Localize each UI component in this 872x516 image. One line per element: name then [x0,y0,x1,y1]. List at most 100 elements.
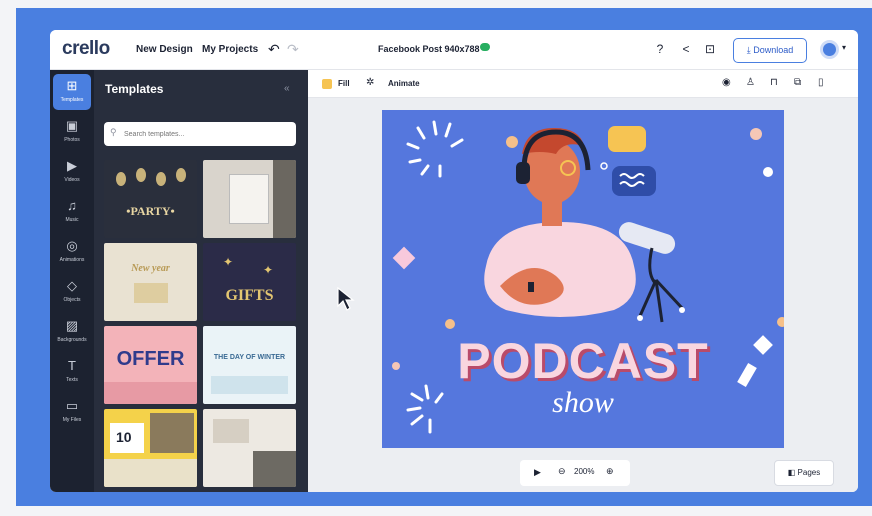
resize-icon[interactable]: ⊡ [702,41,718,57]
new-design-link[interactable]: New Design [136,44,193,55]
template-title: New year [131,263,170,274]
help-icon[interactable]: ? [652,41,668,57]
document-title[interactable]: Facebook Post 940x788 [378,44,480,54]
lock-icon[interactable]: ⊓ [770,77,778,88]
decor-diamond [392,246,416,270]
template-thumbnail[interactable]: GIFTS ✦ ✦ [203,243,296,321]
app-logo[interactable]: crello [62,38,110,60]
backgrounds-icon: ▨ [65,318,79,333]
animate-icon[interactable]: ✲ [366,77,374,88]
videos-icon: ▶ [67,158,77,173]
sidebar-rail: ⊞ Templates ▣ Photos ▶ Videos ♫ Music ◎ … [50,70,94,492]
sidebar-item-texts[interactable]: T Texts [53,354,91,390]
decor-dot [445,319,455,329]
template-thumbnail[interactable] [203,160,296,238]
pages-label: Pages [797,468,821,477]
zoom-in-icon[interactable]: ⊕ [606,466,614,477]
sidebar-item-objects[interactable]: ◇ Objects [53,274,91,310]
mouse-cursor-icon [337,286,355,311]
context-toolbar: Fill ✲ Animate ◉ ♙ ⊓ ⧉ ▯ [308,70,858,98]
template-thumbnail[interactable]: New year [104,243,197,321]
decor-dot [506,136,518,148]
ornament-icon [156,172,166,186]
figure-strip [104,382,197,404]
speech-bubble-blue [612,166,656,196]
podcast-headline[interactable]: PODCAST [382,332,784,390]
fill-color-swatch[interactable] [322,79,332,89]
music-icon: ♫ [67,198,77,213]
top-bar: crello New Design My Projects ↶ ↷ Facebo… [50,30,858,70]
decor-dot [777,317,784,327]
photo-strip [104,459,197,487]
star-icon: ✦ [263,263,274,277]
duplicate-icon[interactable]: ⧉ [794,77,801,88]
pattern-strip [211,376,288,394]
search-input[interactable] [104,122,296,146]
sidebar-item-music[interactable]: ♫ Music [53,194,91,230]
chevron-down-icon[interactable]: ▾ [842,43,846,52]
zoom-out-icon[interactable]: ⊖ [558,466,566,477]
sidebar-item-templates[interactable]: ⊞ Templates [53,74,91,110]
template-title: 10 [116,429,132,445]
avatar[interactable] [820,40,839,59]
headphone-cup [516,162,530,184]
sidebar-item-backgrounds[interactable]: ▨ Backgrounds [53,314,91,350]
person-body [484,222,636,317]
template-thumbnail[interactable]: OFFER [104,326,197,404]
objects-icon: ◇ [67,278,77,293]
podcast-subline[interactable]: show [382,386,784,420]
trash-icon[interactable]: ▯ [818,77,824,88]
pages-button[interactable]: ◧ Pages [774,460,834,486]
layers-icon[interactable]: ◉ [722,77,731,88]
ornament-icon [136,168,146,182]
decor-dot [679,307,685,313]
play-icon[interactable]: ▶ [534,467,541,478]
decor-dot [750,128,762,140]
gold-shape [134,283,168,303]
search-icon: ⚲ [110,127,117,137]
template-title: OFFER [116,348,185,370]
card-preview [229,174,269,224]
undo-icon[interactable]: ↶ [268,41,280,58]
redo-icon[interactable]: ↷ [287,41,299,58]
sidebar-item-photos[interactable]: ▣ Photos [53,114,91,150]
person-neck [542,202,562,226]
photo-block [150,413,194,453]
template-thumbnail[interactable] [203,409,296,487]
decor-dot [637,315,643,321]
zoom-level[interactable]: 200% [574,467,594,476]
panel-title: Templates [105,82,164,96]
person-icon[interactable]: ♙ [746,77,755,88]
animate-label[interactable]: Animate [388,79,420,88]
design-canvas[interactable]: PODCAST show [382,110,784,448]
sidebar-item-videos[interactable]: ▶ Videos [53,154,91,190]
share-icon[interactable]: < [678,41,694,57]
pages-icon: ◧ [787,468,796,477]
star-icon: ✦ [223,255,234,269]
watch-icon [528,282,534,292]
sidebar-item-animations[interactable]: ◎ Animations [53,234,91,270]
speech-bubble-yellow [608,126,646,152]
zoom-controls: ▶ ⊖ 200% ⊕ [520,460,630,486]
download-button[interactable]: ⤓ Download [733,38,807,63]
templates-panel: Templates « ⚲ •PARTY• New year GIFTS ✦ ✦ [94,70,308,492]
download-label: Download [753,45,794,55]
my-projects-link[interactable]: My Projects [202,44,258,55]
collapse-panel-icon[interactable]: « [284,83,290,94]
template-title: THE DAY OF WINTER [213,354,286,361]
download-icon: ⤓ [746,45,751,55]
animations-icon: ◎ [66,238,78,253]
template-thumbnail[interactable]: •PARTY• [104,160,197,238]
canvas-area: Fill ✲ Animate ◉ ♙ ⊓ ⧉ ▯ PODCAST show ▶ … [308,70,858,492]
editor-window: crello New Design My Projects ↶ ↷ Facebo… [50,30,858,492]
my-files-icon: ▭ [65,398,79,413]
fill-label[interactable]: Fill [338,79,350,88]
template-thumbnail[interactable]: 10 [104,409,197,487]
template-thumbnail[interactable]: THE DAY OF WINTER [203,326,296,404]
image-block [213,419,249,443]
decor-dot [763,167,773,177]
ornament-icon [176,168,186,182]
image-block [253,451,296,487]
sidebar-item-my-files[interactable]: ▭ My Files [53,394,91,430]
template-title: •PARTY• [126,204,175,218]
